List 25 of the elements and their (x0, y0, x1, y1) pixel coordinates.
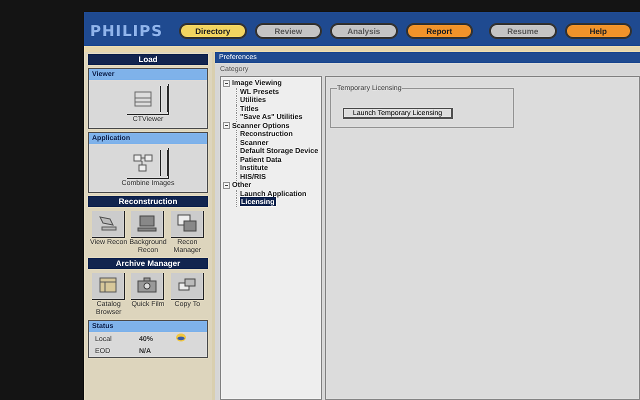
header-button[interactable]: Help (564, 23, 632, 39)
tool-button[interactable] (127, 148, 169, 179)
section-title: Reconstruction (88, 196, 208, 207)
tool-button[interactable] (170, 211, 204, 238)
tool-button[interactable] (127, 84, 169, 115)
tool-button[interactable] (170, 273, 204, 300)
collapse-toggle[interactable] (223, 122, 230, 130)
catalog-icon (97, 275, 120, 296)
collapse-toggle[interactable] (223, 182, 230, 189)
monitor-icon (136, 213, 158, 233)
logo: PHILIPS (90, 22, 164, 40)
camera-icon (136, 275, 158, 296)
windows-icon (176, 213, 198, 233)
tool-button[interactable] (92, 273, 126, 300)
nav-tab[interactable]: Report (406, 23, 474, 39)
disk-icon (175, 333, 187, 342)
panel-title: Load (88, 54, 208, 65)
stack-icon (132, 89, 154, 109)
nav-tab[interactable]: Directory (179, 23, 247, 39)
diagram-icon (132, 153, 154, 173)
tool-button[interactable] (131, 211, 164, 238)
tool-button[interactable] (131, 273, 164, 300)
collapse-toggle[interactable] (223, 80, 230, 87)
section-title: Archive Manager (88, 258, 208, 270)
tool-button[interactable] (92, 211, 126, 238)
